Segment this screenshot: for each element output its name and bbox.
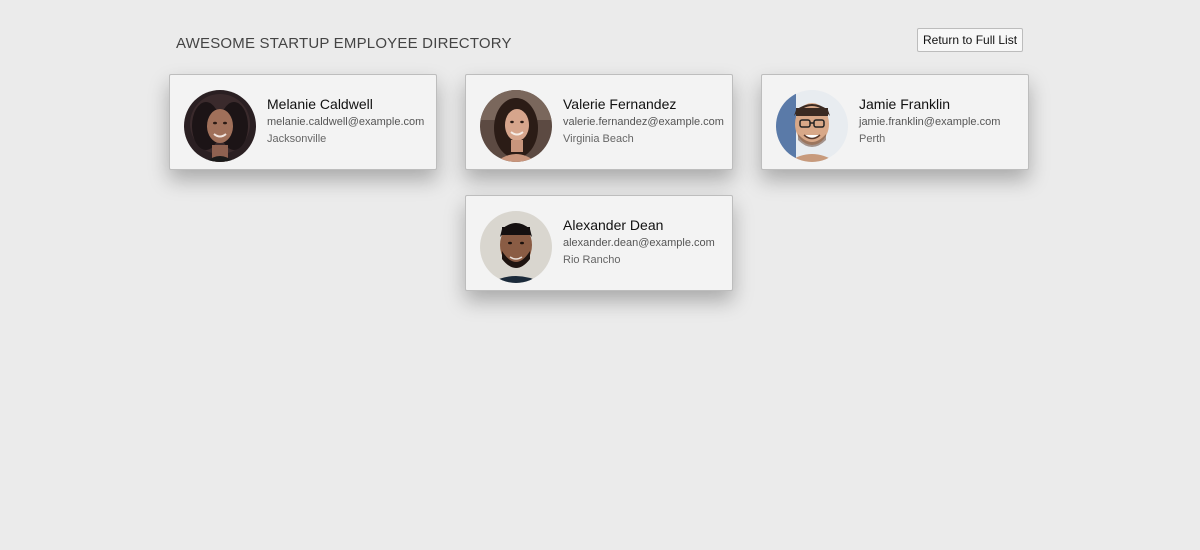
avatar bbox=[480, 90, 552, 162]
avatar bbox=[184, 90, 256, 162]
employee-city: Jacksonville bbox=[267, 133, 327, 145]
employee-city: Rio Rancho bbox=[563, 254, 621, 266]
employee-city: Virginia Beach bbox=[563, 133, 634, 145]
avatar bbox=[776, 90, 848, 162]
employee-city: Perth bbox=[859, 133, 886, 145]
employee-name: Melanie Caldwell bbox=[267, 96, 373, 112]
employee-card[interactable]: Melanie Caldwell melanie.caldwell@exampl… bbox=[169, 74, 437, 170]
employee-info: Valerie Fernandez valerie.fernandez@exam… bbox=[563, 96, 724, 145]
employee-info: Alexander Dean alexander.dean@example.co… bbox=[563, 217, 715, 266]
employee-name: Jamie Franklin bbox=[859, 96, 951, 112]
employee-name: Alexander Dean bbox=[563, 217, 664, 233]
employee-card[interactable]: Valerie Fernandez valerie.fernandez@exam… bbox=[465, 74, 733, 170]
page-title: AWESOME STARTUP EMPLOYEE DIRECTORY bbox=[176, 35, 512, 52]
directory-page: AWESOME STARTUP EMPLOYEE DIRECTORY Retur… bbox=[0, 0, 1200, 550]
employee-email: jamie.franklin@example.com bbox=[859, 116, 1001, 128]
employee-card[interactable]: Alexander Dean alexander.dean@example.co… bbox=[465, 195, 733, 291]
employee-info: Jamie Franklin jamie.franklin@example.co… bbox=[859, 96, 1000, 145]
avatar bbox=[480, 211, 552, 283]
employee-email: melanie.caldwell@example.com bbox=[267, 116, 425, 128]
employee-email: alexander.dean@example.com bbox=[563, 237, 715, 249]
employee-info: Melanie Caldwell melanie.caldwell@exampl… bbox=[267, 96, 424, 145]
employee-name: Valerie Fernandez bbox=[563, 96, 677, 112]
employee-card[interactable]: Jamie Franklin jamie.franklin@example.co… bbox=[761, 74, 1029, 170]
employee-email: valerie.fernandez@example.com bbox=[563, 116, 724, 128]
return-to-full-list-button[interactable]: Return to Full List bbox=[917, 28, 1024, 52]
